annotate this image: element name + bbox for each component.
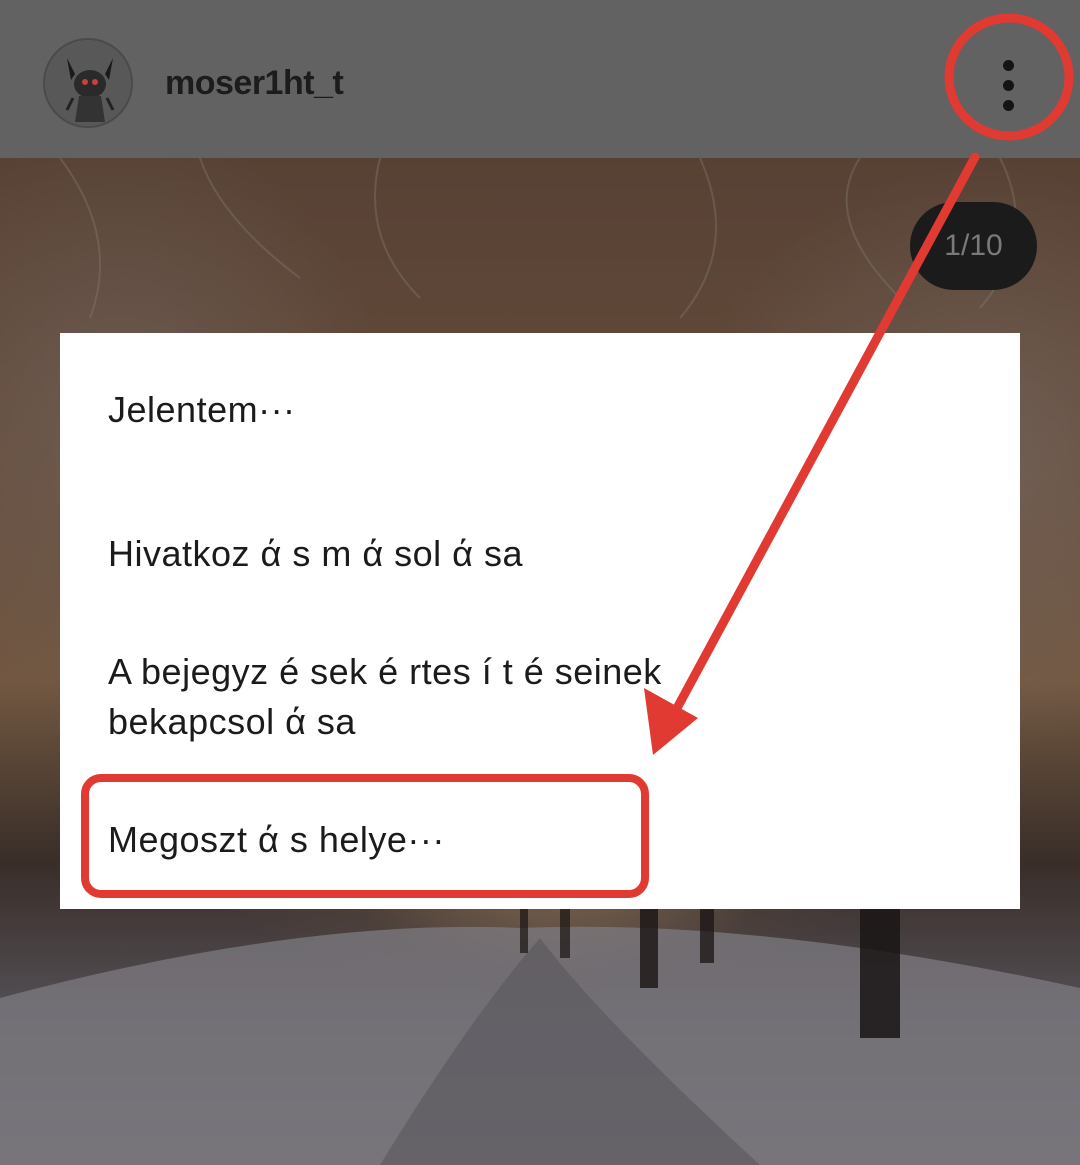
menu-item-turn-on-notifications[interactable]: A bejegyz é sek é rtes í t é seinek beka… bbox=[108, 647, 808, 747]
menu-item-copy-link[interactable]: Hivatkoz ά s m ά sol ά sa bbox=[108, 529, 523, 579]
menu-item-report[interactable]: Jelentem··· bbox=[108, 385, 296, 435]
more-vertical-icon bbox=[1002, 59, 1014, 71]
more-options-button[interactable] bbox=[985, 50, 1031, 120]
post-header: moser1ht_t bbox=[0, 0, 1080, 158]
image-counter-badge: 1/10 bbox=[910, 202, 1037, 290]
menu-item-share-to[interactable]: Megoszt ά s helye··· bbox=[108, 815, 445, 865]
avatar[interactable] bbox=[43, 38, 133, 128]
avatar-icon bbox=[46, 41, 131, 126]
username[interactable]: moser1ht_t bbox=[165, 64, 344, 103]
more-vertical-icon-dot bbox=[1002, 99, 1014, 111]
more-vertical-icon-dot bbox=[1002, 79, 1014, 91]
options-menu: Jelentem··· Hivatkoz ά s m ά sol ά sa A … bbox=[60, 333, 1020, 909]
